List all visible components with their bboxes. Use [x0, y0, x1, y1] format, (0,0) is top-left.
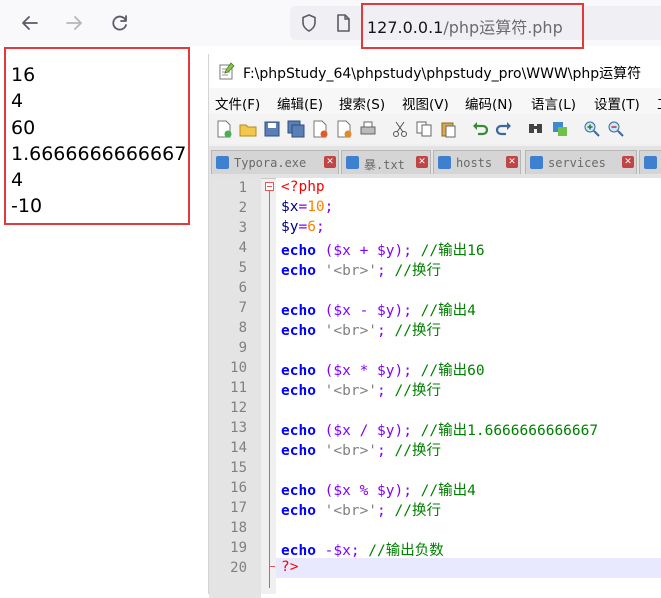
tab-label: 暴.txt	[364, 158, 405, 172]
menu-encoding[interactable]: 编码(N)	[465, 93, 513, 113]
line-number: 5	[238, 260, 247, 276]
notepad-icon	[219, 62, 235, 80]
line-number: 4	[238, 240, 247, 256]
file-icon	[644, 156, 657, 169]
copy-icon[interactable]	[415, 120, 433, 138]
tab-label: hosts	[456, 156, 493, 170]
fold-toggle-icon[interactable]	[265, 182, 274, 191]
line-number: 15	[230, 460, 247, 476]
code-line: echo ($x / $y); //输出1.6666666666667	[281, 423, 599, 439]
menu-file[interactable]: 文件(F)	[215, 93, 260, 113]
close-icon[interactable]: ✕	[416, 156, 428, 168]
menu-search[interactable]: 搜索(S)	[339, 93, 385, 113]
tab-services[interactable]: services ✕	[525, 150, 637, 174]
tab-bao-txt[interactable]: 暴.txt ✕	[341, 150, 431, 174]
code-line: <?php	[281, 179, 325, 195]
code-line: echo '<br>'; //换行	[281, 323, 441, 339]
menu-settings[interactable]: 设置(T)	[594, 93, 640, 113]
zoom-out-icon[interactable]	[607, 120, 625, 138]
menu-edit[interactable]: 编辑(E)	[277, 93, 323, 113]
tab-partial[interactable]	[639, 150, 661, 174]
code-line: echo '<br>'; //换行	[281, 503, 441, 519]
file-icon	[346, 156, 359, 169]
line-number: 13	[230, 420, 247, 436]
line-number: 18	[230, 520, 247, 536]
save-all-icon[interactable]	[287, 120, 305, 138]
code-line: echo '<br>'; //换行	[281, 443, 441, 459]
close-icon[interactable]: ✕	[622, 156, 634, 168]
code-line: echo -$x; //输出负数	[281, 543, 444, 559]
back-arrow-icon[interactable]	[17, 10, 43, 36]
fold-margin-line	[269, 188, 270, 588]
print-icon[interactable]	[359, 120, 377, 138]
page-icon[interactable]	[330, 10, 356, 36]
code-line: $x=10;	[281, 199, 334, 215]
line-number: 10	[230, 360, 247, 376]
line-number-gutter: 1 2 3 4 5 6 7 8 9 10 11 12 13 14 15 16 1…	[209, 178, 261, 598]
editor-toolbar	[209, 114, 661, 144]
line-number: 2	[238, 200, 247, 216]
line-number: 1	[238, 180, 247, 196]
tab-typora[interactable]: Typora.exe ✕	[211, 150, 339, 174]
code-line: echo ($x - $y); //输出4	[281, 303, 476, 319]
tab-label: services	[548, 156, 606, 170]
paste-icon[interactable]	[439, 120, 457, 138]
code-line: echo '<br>'; //换行	[281, 383, 441, 399]
find-icon[interactable]	[527, 120, 545, 138]
redo-icon[interactable]	[495, 120, 513, 138]
line-number: 8	[238, 320, 247, 336]
editor-title-bar: F:\phpStudy_64\phpstudy\phpstudy_pro\WWW…	[209, 54, 661, 88]
tab-label: Typora.exe	[234, 156, 307, 170]
close-icon[interactable]: ✕	[324, 156, 336, 168]
code-line: echo ($x * $y); //输出60	[281, 363, 485, 379]
line-number: 6	[238, 280, 247, 296]
reload-icon[interactable]	[107, 10, 133, 36]
output-highlight-box	[4, 47, 190, 225]
notepad-editor-window: F:\phpStudy_64\phpstudy\phpstudy_pro\WWW…	[208, 54, 661, 598]
editor-title: F:\phpStudy_64\phpstudy\phpstudy_pro\WWW…	[243, 66, 642, 82]
editor-menu-bar: 文件(F) 编辑(E) 搜索(S) 视图(V) 编码(N) 语言(L) 设置(T…	[209, 88, 661, 114]
open-folder-icon[interactable]	[239, 120, 257, 138]
line-number: 20	[230, 560, 247, 576]
line-number: 14	[230, 440, 247, 456]
shield-icon[interactable]	[296, 10, 322, 36]
line-number: 12	[230, 400, 247, 416]
menu-view[interactable]: 视图(V)	[402, 93, 449, 113]
undo-icon[interactable]	[471, 120, 489, 138]
code-line: echo ($x % $y); //输出4	[281, 483, 476, 499]
close-file-icon[interactable]	[311, 120, 329, 138]
current-line-highlight	[276, 558, 661, 578]
file-icon	[438, 156, 451, 169]
close-all-icon[interactable]	[335, 120, 353, 138]
line-number: 3	[238, 220, 247, 236]
save-icon[interactable]	[263, 120, 281, 138]
zoom-in-icon[interactable]	[583, 120, 601, 138]
file-icon	[530, 156, 543, 169]
line-number: 17	[230, 500, 247, 516]
code-line: $y=6;	[281, 219, 325, 235]
menu-language[interactable]: 语言(L)	[531, 93, 576, 113]
line-number: 16	[230, 480, 247, 496]
new-file-icon[interactable]	[215, 120, 233, 138]
browser-toolbar: 127.0.0.1/php运算符.php	[0, 0, 661, 49]
replace-icon[interactable]	[551, 120, 569, 138]
code-line: echo '<br>'; //换行	[281, 263, 441, 279]
forward-arrow-icon[interactable]	[61, 10, 87, 36]
editor-tab-bar: Typora.exe ✕ 暴.txt ✕ hosts ✕ services ✕	[209, 146, 661, 179]
close-icon[interactable]: ✕	[506, 156, 518, 168]
tab-hosts[interactable]: hosts ✕	[433, 150, 521, 174]
code-line: ?>	[281, 559, 299, 575]
url-highlight-box	[361, 3, 584, 49]
line-number: 9	[238, 340, 247, 356]
line-number: 19	[230, 540, 247, 556]
code-line: echo ($x + $y); //输出16	[281, 243, 485, 259]
cut-icon[interactable]	[391, 120, 409, 138]
line-number: 11	[230, 380, 247, 396]
line-number: 7	[238, 300, 247, 316]
file-icon	[216, 156, 229, 169]
menu-tools[interactable]: 工	[657, 93, 661, 113]
fold-end-marker	[269, 566, 275, 567]
